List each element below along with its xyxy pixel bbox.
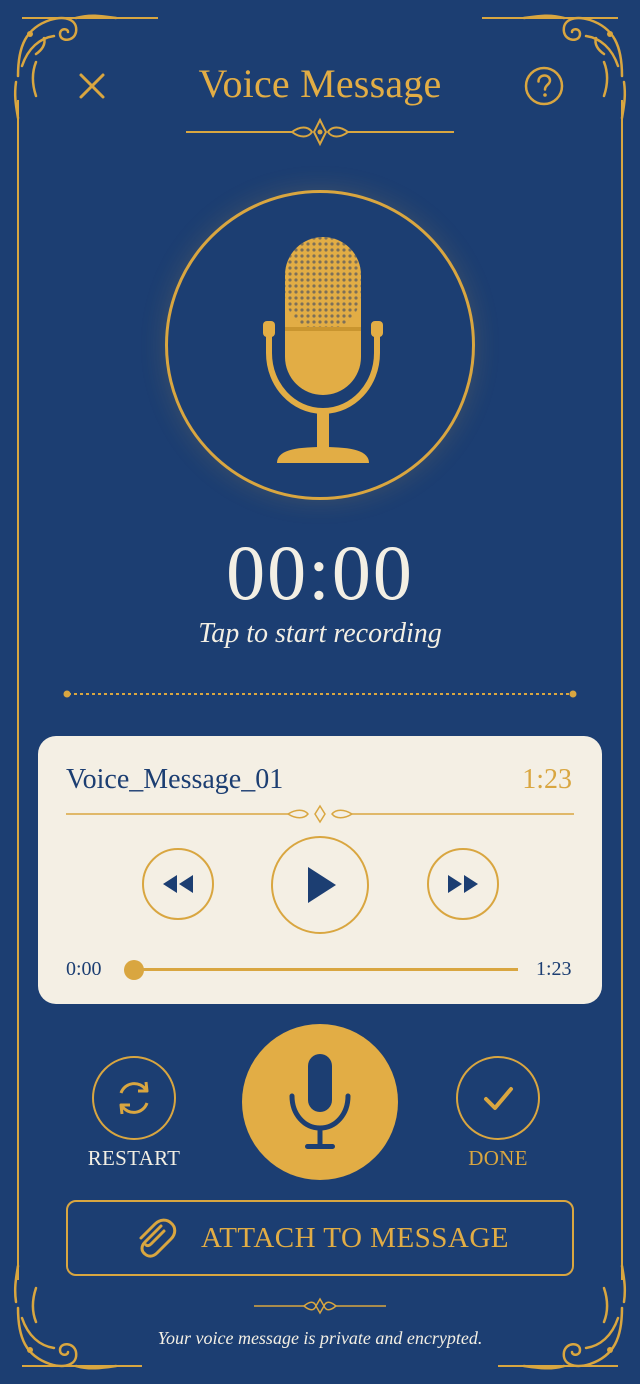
restart-button[interactable]	[92, 1056, 176, 1140]
recording-hint: Tap to start recording	[198, 618, 442, 649]
record-button[interactable]	[242, 1024, 398, 1180]
frame-left-line	[17, 100, 19, 1280]
progress-track[interactable]	[124, 960, 518, 980]
header-divider-ornament	[186, 117, 454, 147]
play-icon	[308, 867, 336, 903]
done-label: DONE	[468, 1146, 528, 1170]
fast-forward-button[interactable]	[427, 848, 499, 920]
frame-right-line	[621, 100, 623, 1280]
recording-name: Voice_Message_01	[66, 764, 284, 795]
play-button[interactable]	[271, 836, 369, 934]
progress-handle[interactable]	[124, 960, 144, 980]
recording-card: Voice_Message_01 1:23 0:00 1:23	[38, 736, 602, 1004]
fast-forward-icon	[448, 875, 478, 893]
total-time: 1:23	[536, 958, 572, 980]
rewind-button[interactable]	[142, 848, 214, 920]
footer-divider-ornament	[254, 1297, 386, 1315]
attach-to-message-button[interactable]: ATTACH TO MESSAGE	[66, 1200, 574, 1276]
rewind-icon	[163, 875, 193, 893]
recording-timer: 00:00	[226, 529, 414, 616]
current-time: 0:00	[66, 958, 102, 980]
help-icon	[524, 66, 564, 106]
recording-duration: 1:23	[522, 764, 572, 795]
microphone-icon	[263, 237, 383, 463]
card-divider-ornament	[66, 804, 574, 824]
attach-label: ATTACH TO MESSAGE	[200, 1221, 510, 1254]
restart-label: RESTART	[87, 1146, 181, 1170]
privacy-note: Your voice message is private and encryp…	[157, 1328, 483, 1348]
help-button[interactable]	[522, 64, 566, 108]
paperclip-icon	[139, 1218, 177, 1258]
checkmark-icon	[484, 1087, 513, 1110]
restart-icon	[119, 1081, 149, 1115]
done-button[interactable]	[456, 1056, 540, 1140]
section-divider	[63, 690, 577, 698]
microphone-icon	[289, 1054, 351, 1149]
start-recording-circle[interactable]	[165, 190, 475, 500]
